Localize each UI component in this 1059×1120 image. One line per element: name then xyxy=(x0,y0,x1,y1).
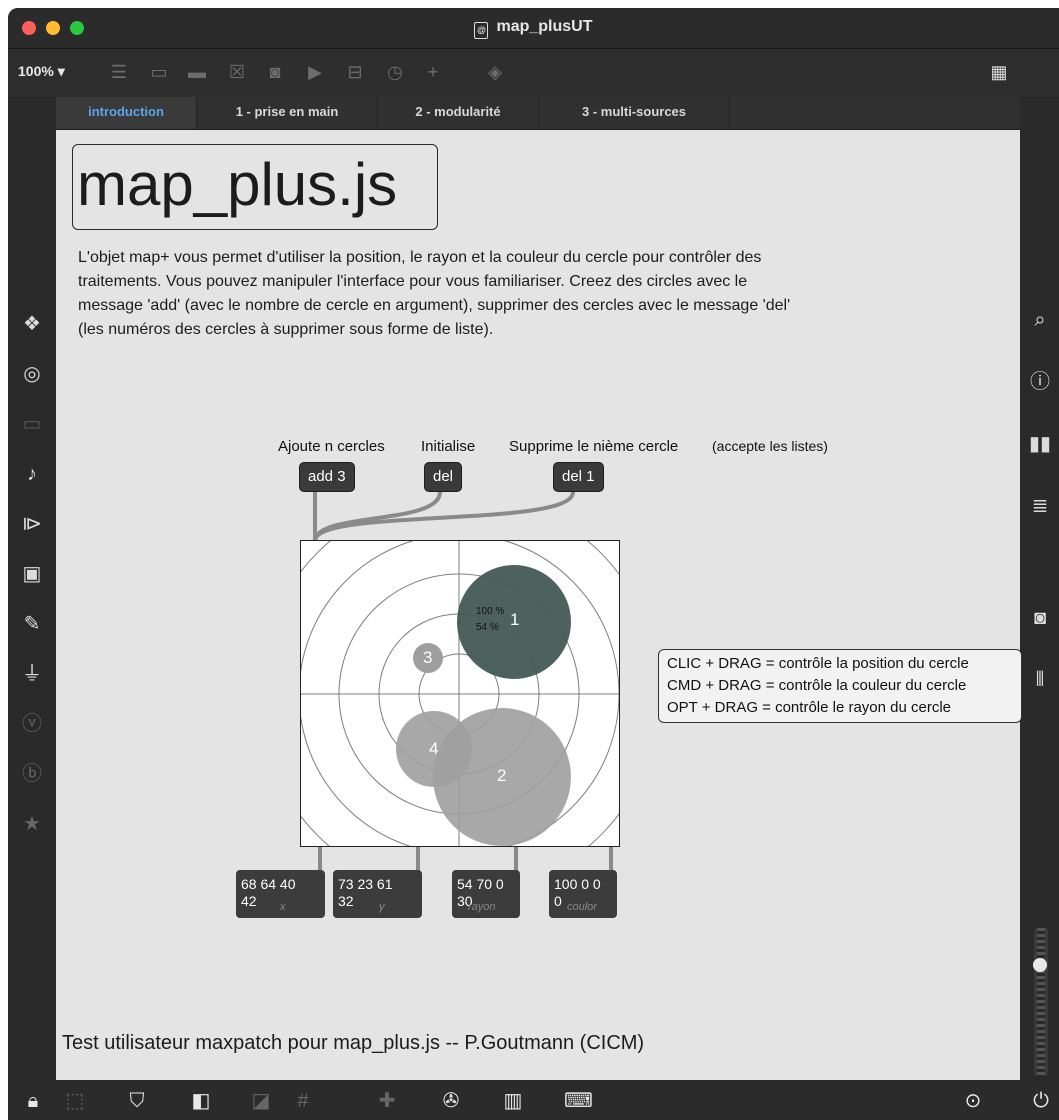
align-icon[interactable]: ◪ xyxy=(248,1089,274,1113)
add-clip-icon[interactable]: ✚ xyxy=(374,1089,400,1113)
comment-icon[interactable]: ▬ xyxy=(186,61,208,83)
object-box-icon[interactable]: ☰ xyxy=(108,61,130,83)
output-y-line1: 73 23 61 xyxy=(338,876,393,892)
presentation-icon[interactable]: ⛉ xyxy=(124,1089,150,1113)
volume-knob[interactable] xyxy=(1033,958,1047,972)
circle-1-label: 1 xyxy=(510,610,519,629)
output-x[interactable]: 68 64 40 42 x xyxy=(236,870,325,918)
bottom-toolbar: 🔒︎ ⬚ ⛉ ◧ ◪ # ✚ ✇ ▥ ⌨ ⊙ ⏻ xyxy=(8,1081,1059,1120)
dial-icon[interactable]: ◷ xyxy=(384,61,406,83)
circle-3-label: 3 xyxy=(423,648,432,667)
toolbar: 100% ▾ ☰ ▭ ▬ ☒ ◙ ▶ ⊟ ◷ + ◈ ▦ xyxy=(8,49,1059,97)
reference-book-icon[interactable]: ▮▮ xyxy=(1027,431,1053,457)
plug-icon[interactable]: ⏚ xyxy=(19,661,45,687)
comment-line-2: CMD + DRAG = contrôle la couleur du cerc… xyxy=(667,677,967,694)
comment-line-1: CLIC + DRAG = contrôle la position du ce… xyxy=(667,655,969,672)
volume-slider[interactable] xyxy=(1033,928,1048,1076)
window-title: @ map_plusUT xyxy=(8,18,1059,39)
circle-1-percent-1: 100 % xyxy=(476,606,504,617)
power-icon[interactable]: ⏻ xyxy=(1028,1089,1054,1113)
max-window: @ map_plusUT 100% ▾ ☰ ▭ ▬ ☒ ◙ ▶ ⊟ ◷ + ◈ ▦… xyxy=(8,8,1059,1120)
sequence-icon[interactable]: ⧐ xyxy=(19,511,45,537)
del1-message[interactable]: del 1 xyxy=(553,462,604,492)
keyboard-icon[interactable]: ⌨ xyxy=(564,1089,593,1113)
tab-modularite[interactable]: 2 - modularité xyxy=(378,97,539,129)
wrench-icon[interactable]: ✇ xyxy=(438,1089,464,1113)
info-icon[interactable]: ⓘ xyxy=(1027,369,1053,395)
vizzie-icon[interactable]: ⓥ xyxy=(19,711,45,737)
music-note-icon[interactable]: ♪ xyxy=(19,461,45,487)
packages-icon[interactable]: ❖ xyxy=(19,311,45,337)
add-message[interactable]: add 3 xyxy=(299,462,355,492)
output-x-line1: 68 64 40 xyxy=(241,876,296,892)
output-rayon-line1: 54 70 0 xyxy=(457,876,504,892)
layers-icon[interactable]: ◧ xyxy=(188,1089,214,1113)
circle-1-percent-2: 54 % xyxy=(476,622,499,633)
add-icon[interactable]: + xyxy=(422,61,444,83)
output-rayon[interactable]: 54 70 0 30 rayon xyxy=(452,870,520,918)
button-icon[interactable]: ◙ xyxy=(264,61,286,83)
film-icon[interactable]: ▭ xyxy=(19,411,45,437)
mixer-icon[interactable]: ⫴ xyxy=(1027,667,1053,693)
output-coulor-caption: coulor xyxy=(567,901,597,913)
output-x-caption: x xyxy=(280,901,286,913)
zoom-menu[interactable]: 100% ▾ xyxy=(18,63,65,80)
paint-bucket-icon[interactable]: ◈ xyxy=(484,61,506,83)
select-arrow-icon[interactable]: ⬚ xyxy=(62,1089,88,1113)
image-icon[interactable]: ▣ xyxy=(19,561,45,587)
volume-meter xyxy=(1037,928,1045,1076)
cord-del1 xyxy=(313,491,575,541)
search-icon[interactable]: ⌕ xyxy=(1027,307,1053,333)
favorites-star-icon[interactable]: ★ xyxy=(19,811,45,837)
map-plus-canvas: 100 % 54 % 1 2 3 4 xyxy=(301,541,619,846)
map-plus-display[interactable]: 100 % 54 % 1 2 3 4 xyxy=(300,540,620,847)
message-box-icon[interactable]: ▭ xyxy=(148,61,170,83)
comment-line-3: OPT + DRAG = contrôle le rayon du cercle xyxy=(667,699,952,716)
patch-footer: Test utilisateur maxpatch pour map_plus.… xyxy=(62,1032,645,1054)
snapshot-camera-icon[interactable]: ◙ xyxy=(1027,605,1053,631)
output-coulor[interactable]: 100 0 0 0 coulor xyxy=(549,870,617,918)
grid-view-icon[interactable]: ▦ xyxy=(988,61,1010,83)
grid-icon[interactable]: # xyxy=(290,1089,316,1113)
output-rayon-caption: rayon xyxy=(468,901,496,913)
output-coulor-line1: 100 0 0 xyxy=(554,876,601,892)
patch-tabs: introduction 1 - prise en main 2 - modul… xyxy=(56,97,1020,130)
beap-icon[interactable]: ⓑ xyxy=(19,761,45,787)
piano-icon[interactable]: ▥ xyxy=(500,1089,526,1113)
title-bar: @ map_plusUT xyxy=(8,8,1059,49)
tab-introduction[interactable]: introduction xyxy=(56,97,197,129)
audio-play-icon[interactable]: ⊙ xyxy=(960,1089,986,1113)
patcher-canvas[interactable]: map_plus.js L'objet map+ vous permet d'u… xyxy=(56,130,1022,1080)
slider-icon[interactable]: ⊟ xyxy=(344,61,366,83)
tab-multi-sources[interactable]: 3 - multi-sources xyxy=(539,97,730,129)
toggle-icon[interactable]: ☒ xyxy=(226,61,248,83)
output-y-line2: 32 xyxy=(338,893,354,909)
del-message[interactable]: del xyxy=(424,462,463,492)
window-title-text: map_plusUT xyxy=(496,18,593,35)
paperclip-icon[interactable]: ✎ xyxy=(19,611,45,637)
list-icon[interactable]: ≣ xyxy=(1027,493,1053,519)
output-y-caption: y xyxy=(379,901,385,913)
lock-icon[interactable]: 🔒︎ xyxy=(20,1089,46,1113)
play-icon[interactable]: ▶ xyxy=(304,61,326,83)
circle-2-label: 2 xyxy=(497,766,506,785)
target-icon[interactable]: ◎ xyxy=(19,361,45,387)
tab-prise-en-main[interactable]: 1 - prise en main xyxy=(197,97,378,129)
cord-del xyxy=(313,491,442,541)
controls-comment: CLIC + DRAG = contrôle la position du ce… xyxy=(658,649,1022,723)
document-icon: @ xyxy=(474,22,489,39)
circle-4-label: 4 xyxy=(429,739,438,758)
output-y[interactable]: 73 23 61 32 y xyxy=(333,870,422,918)
